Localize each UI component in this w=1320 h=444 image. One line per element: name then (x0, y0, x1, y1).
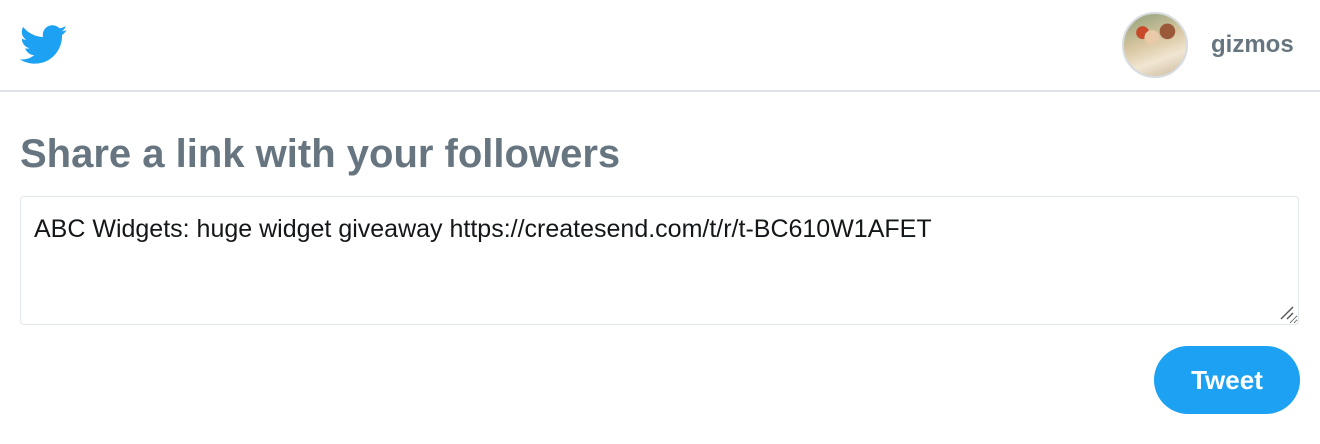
username[interactable]: gizmos (1211, 30, 1294, 60)
twitter-bird-icon[interactable] (19, 24, 68, 66)
tweet-button[interactable]: Tweet (1154, 346, 1300, 414)
tweet-text-input[interactable]: ABC Widgets: huge widget giveaway https:… (20, 196, 1299, 325)
resize-grip-icon[interactable] (1280, 306, 1294, 320)
top-bar: gizmos (0, 0, 1320, 92)
page-title: Share a link with your followers (20, 132, 621, 176)
user-avatar[interactable] (1122, 12, 1188, 78)
